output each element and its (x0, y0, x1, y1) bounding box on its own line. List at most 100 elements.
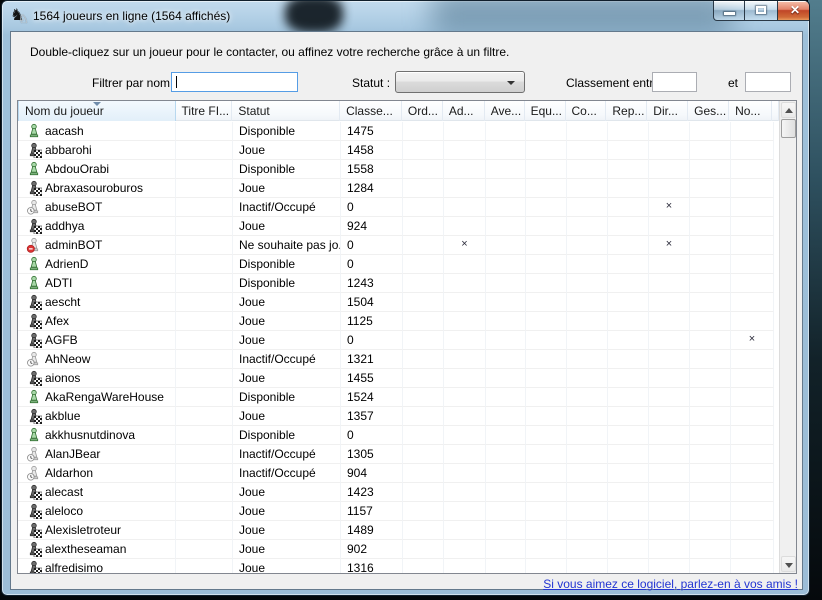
filter-name-label: Filtrer par nom : (92, 76, 177, 90)
attribute-cell (567, 502, 608, 521)
scrollbar-thumb[interactable] (781, 119, 796, 138)
table-row[interactable]: AlexisletroteurJoue1489 (18, 521, 779, 540)
column-header-nom-du-joueur[interactable]: Nom du joueur (18, 101, 176, 121)
column-header-equ[interactable]: Equ... (525, 101, 566, 121)
attribute-cell (526, 160, 567, 179)
table-row[interactable]: alelocoJoue1157 (18, 502, 779, 521)
table-row[interactable]: AlanJBearInactif/Occupé1305 (18, 445, 779, 464)
attribute-cell (444, 521, 486, 540)
column-header-rep[interactable]: Rep... (606, 101, 647, 121)
player-name-cell: aescht (18, 293, 176, 312)
table-row[interactable]: alfredisimoJoue1316 (18, 559, 779, 573)
attribute-cell (526, 312, 567, 331)
pawn-playing-icon (26, 332, 42, 348)
status-dropdown[interactable] (395, 71, 525, 93)
window-title: 1564 joueurs en ligne (1564 affichés) (33, 9, 230, 23)
column-header-ord[interactable]: Ord... (402, 101, 443, 121)
column-header-no[interactable]: No... (729, 101, 772, 121)
attribute-cell (444, 255, 486, 274)
table-row[interactable]: AldarhonInactif/Occupé904 (18, 464, 779, 483)
attribute-cell (444, 369, 486, 388)
attribute-cell (608, 217, 649, 236)
player-name: Alexisletroteur (45, 523, 121, 537)
table-row[interactable]: AGFBJoue0× (18, 331, 779, 350)
attribute-cell (567, 559, 608, 573)
table-row[interactable]: AhNeowInactif/Occupé1321 (18, 350, 779, 369)
attribute-cell (649, 464, 690, 483)
pawn-available-icon (26, 123, 42, 139)
attribute-cell (567, 521, 608, 540)
status-cell: Joue (233, 312, 341, 331)
attribute-cell (608, 388, 649, 407)
filter-name-input[interactable] (171, 72, 298, 92)
table-row[interactable]: akblueJoue1357 (18, 407, 779, 426)
column-header-co[interactable]: Co... (566, 101, 607, 121)
column-header-ave[interactable]: Ave... (485, 101, 525, 121)
column-header-classe[interactable]: Classe... (340, 101, 402, 121)
attribute-cell (486, 388, 526, 407)
pawn-playing-icon (26, 503, 42, 519)
attribute-cell (690, 483, 731, 502)
titlebar[interactable]: ♞♘ 1564 joueurs en ligne (1564 affichés)… (2, 1, 809, 31)
attribute-cell (526, 179, 567, 198)
attribute-cell (403, 445, 444, 464)
table-row[interactable]: ADTIDisponible1243 (18, 274, 779, 293)
table-row[interactable]: abuseBOTInactif/Occupé0× (18, 198, 779, 217)
rating-cell: 1423 (341, 483, 403, 502)
attribute-cell (526, 122, 567, 141)
attribute-cell (731, 350, 774, 369)
column-header-titre-fi[interactable]: Titre FI... (176, 101, 233, 121)
column-header-ad[interactable]: Ad... (443, 101, 485, 121)
table-row[interactable]: aeschtJoue1504 (18, 293, 779, 312)
table-row[interactable]: AkaRengaWareHouseDisponible1524 (18, 388, 779, 407)
ranking-max-input[interactable] (745, 72, 791, 92)
table-row[interactable]: aacashDisponible1475 (18, 122, 779, 141)
ranking-min-input[interactable] (652, 72, 697, 92)
scroll-down-button[interactable] (781, 556, 796, 572)
table-row[interactable]: addhyaJoue924 (18, 217, 779, 236)
fide-cell (176, 464, 233, 483)
maximize-icon (756, 6, 766, 14)
status-cell: Inactif/Occupé (233, 445, 341, 464)
table-row[interactable]: AbdouOrabiDisponible1558 (18, 160, 779, 179)
rating-cell: 902 (341, 540, 403, 559)
attribute-cell (690, 331, 731, 350)
maximize-button[interactable] (745, 1, 777, 21)
attribute-cell (649, 369, 690, 388)
table-row[interactable]: abbarohiJoue1458 (18, 141, 779, 160)
attribute-cell (690, 407, 731, 426)
column-header-statut[interactable]: Statut (232, 101, 340, 121)
vertical-scrollbar[interactable] (779, 101, 796, 573)
pawn-available-icon (26, 427, 42, 443)
attribute-cell (731, 141, 774, 160)
player-name: AbdouOrabi (45, 162, 109, 176)
minimize-button[interactable] (713, 1, 745, 21)
table-row[interactable]: AdrienDDisponible0 (18, 255, 779, 274)
table-row[interactable]: akkhusnutdinovaDisponible0 (18, 426, 779, 445)
table-row[interactable]: AfexJoue1125 (18, 312, 779, 331)
attribute-cell (690, 369, 731, 388)
attribute-cell (403, 521, 444, 540)
share-link[interactable]: Si vous aimez ce logiciel, parlez-en à v… (543, 577, 798, 591)
table-row[interactable]: AbraxasouroburosJoue1284 (18, 179, 779, 198)
column-header-label: Ges... (694, 104, 726, 118)
rating-cell: 1321 (341, 350, 403, 369)
attribute-cell (486, 521, 526, 540)
column-header-dir[interactable]: Dir... (647, 101, 688, 121)
fide-cell (176, 293, 233, 312)
column-header-ges[interactable]: Ges... (688, 101, 729, 121)
attribute-cell: × (649, 198, 690, 217)
column-header-label: Rep... (612, 104, 644, 118)
attribute-cell (403, 407, 444, 426)
attribute-cell (486, 274, 526, 293)
table-row[interactable]: alextheseamanJoue902 (18, 540, 779, 559)
attribute-cell (444, 350, 486, 369)
table-row[interactable]: adminBOTNe souhaite pas jo...0×× (18, 236, 779, 255)
pawn-playing-icon (26, 370, 42, 386)
close-button[interactable]: ✕ (777, 1, 810, 21)
attribute-cell (608, 483, 649, 502)
table-row[interactable]: aionosJoue1455 (18, 369, 779, 388)
scroll-up-button[interactable] (781, 102, 796, 118)
arrow-down-icon (785, 563, 793, 568)
table-row[interactable]: alecastJoue1423 (18, 483, 779, 502)
